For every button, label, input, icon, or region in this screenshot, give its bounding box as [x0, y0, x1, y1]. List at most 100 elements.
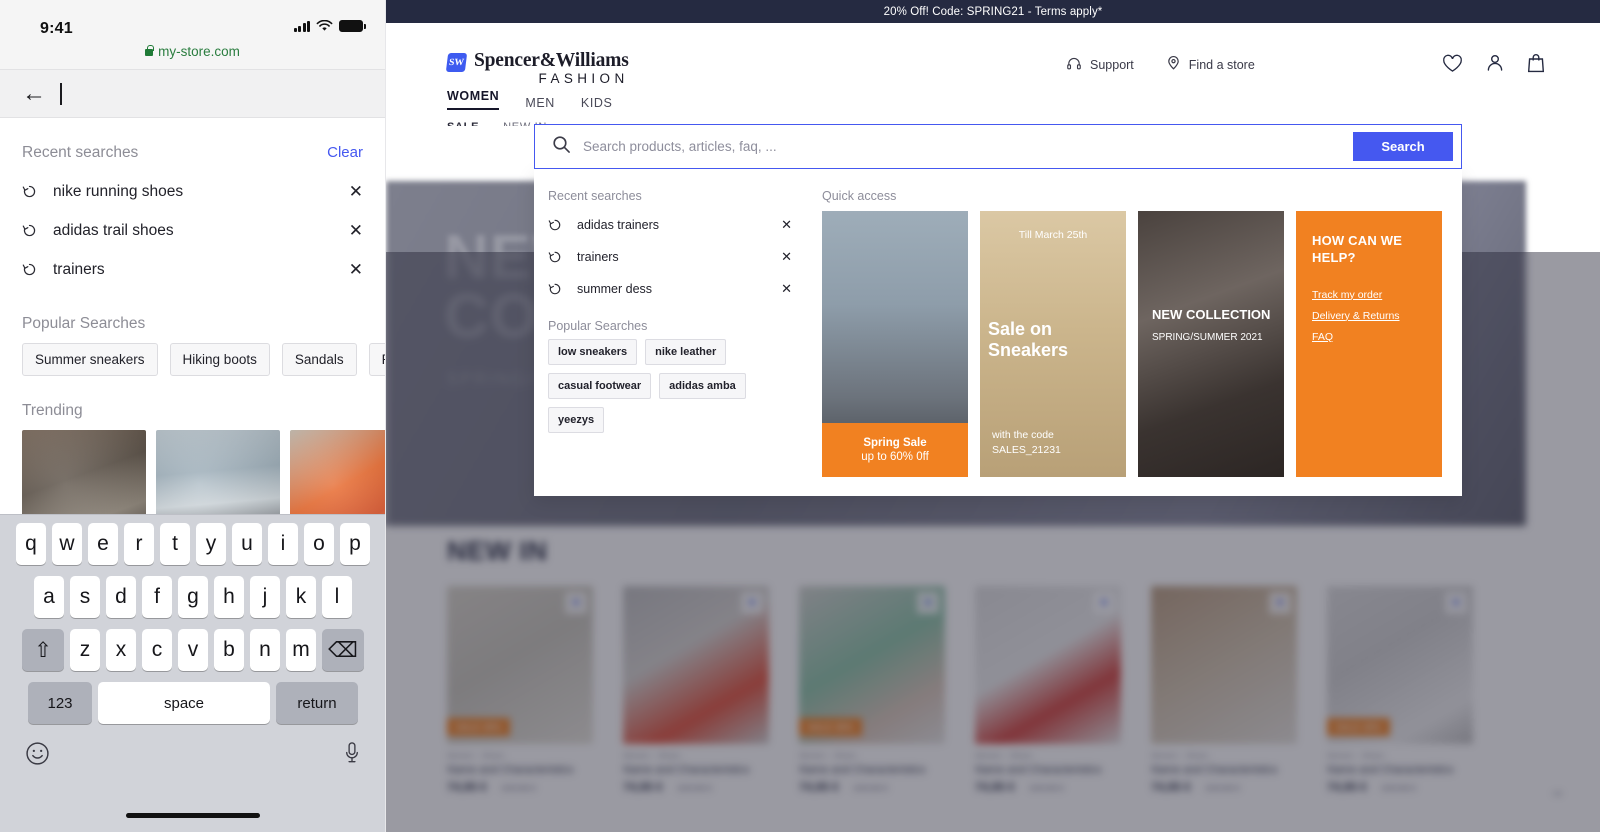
search-field-wrapper[interactable]: Search — [534, 124, 1462, 169]
track-order-link[interactable]: Track my order — [1312, 289, 1426, 301]
popular-chip[interactable]: Hiking boots — [169, 343, 270, 376]
shift-key[interactable]: ⇧ — [22, 629, 64, 671]
key-v[interactable]: v — [178, 629, 208, 671]
key-i[interactable]: i — [268, 523, 298, 565]
key-a[interactable]: a — [34, 576, 64, 618]
key-b[interactable]: b — [214, 629, 244, 671]
numbers-key[interactable]: 123 — [28, 682, 92, 724]
list-item[interactable]: trainers ✕ — [548, 241, 806, 273]
quick-access-card-spring-sale[interactable]: Spring Sale up to 60% 0ff — [822, 211, 968, 477]
search-button[interactable]: Search — [1353, 132, 1453, 161]
mobile-content: Recent searches Clear nike running shoes… — [0, 144, 385, 550]
nav-item-kids[interactable]: KIDS — [581, 96, 613, 110]
key-f[interactable]: f — [142, 576, 172, 618]
list-item[interactable]: adidas trail shoes ✕ — [22, 211, 363, 250]
close-icon[interactable]: ✕ — [781, 217, 792, 233]
key-m[interactable]: m — [286, 629, 316, 671]
quick-access-card-new-collection[interactable]: NEW COLLECTION SPRING/SUMMER 2021 — [1138, 211, 1284, 477]
dropdown-popular-chips: low sneakers nike leather casual footwea… — [548, 339, 806, 433]
bag-icon[interactable] — [1527, 53, 1545, 78]
recent-search-label: adidas trainers — [577, 218, 659, 232]
quick-access-title: Quick access — [822, 189, 897, 203]
emoji-icon[interactable] — [25, 741, 50, 771]
mobile-search-bar[interactable]: ← — [0, 70, 385, 118]
key-w[interactable]: w — [52, 523, 82, 565]
key-t[interactable]: t — [160, 523, 190, 565]
key-g[interactable]: g — [178, 576, 208, 618]
list-item[interactable]: trainers ✕ — [22, 250, 363, 289]
key-h[interactable]: h — [214, 576, 244, 618]
space-key[interactable]: space — [98, 682, 270, 724]
list-item[interactable]: summer dess ✕ — [548, 273, 806, 305]
nav-item-men[interactable]: MEN — [525, 96, 555, 110]
key-p[interactable]: p — [340, 523, 370, 565]
key-n[interactable]: n — [250, 629, 280, 671]
popular-chip[interactable]: nike leather — [645, 339, 727, 365]
site-header: SW Spencer&Williams FASHION Support Find… — [386, 23, 1600, 133]
popular-chip[interactable]: casual footwear — [548, 373, 652, 399]
address-bar[interactable]: my-store.com — [0, 44, 385, 59]
brand-subtitle: FASHION — [538, 71, 629, 87]
faq-link[interactable]: FAQ — [1312, 331, 1426, 343]
recent-search-label: summer dess — [577, 282, 653, 296]
heart-icon[interactable] — [1442, 54, 1463, 78]
close-icon[interactable]: ✕ — [349, 222, 363, 239]
key-z[interactable]: z — [70, 629, 100, 671]
keyboard-row-1: q w e r t y u i o p — [3, 523, 383, 565]
mobile-recent-title: Recent searches — [22, 144, 139, 161]
find-store-link[interactable]: Find a store — [1166, 55, 1255, 75]
close-icon[interactable]: ✕ — [781, 281, 792, 297]
key-r[interactable]: r — [124, 523, 154, 565]
key-l[interactable]: l — [322, 576, 352, 618]
keyboard-row-3: ⇧ z x c v b n m ⌫ — [3, 629, 383, 671]
delivery-returns-link[interactable]: Delivery & Returns — [1312, 310, 1426, 322]
key-u[interactable]: u — [232, 523, 262, 565]
onscreen-keyboard[interactable]: q w e r t y u i o p a s d f g h j k l ⇧ … — [0, 514, 385, 832]
key-e[interactable]: e — [88, 523, 118, 565]
key-x[interactable]: x — [106, 629, 136, 671]
brand-mark-icon: SW — [445, 53, 468, 72]
mobile-popular-chips: Summer sneakers Hiking boots Sandals Run… — [22, 343, 385, 376]
search-suggestions-dropdown: Recent searches adidas trainers ✕ traine… — [534, 169, 1462, 496]
status-indicators — [293, 20, 366, 32]
card-center-title: Sale on Sneakers — [988, 319, 1069, 360]
popular-chip[interactable]: Running — [368, 343, 385, 376]
key-d[interactable]: d — [106, 576, 136, 618]
clear-recent-button[interactable]: Clear — [327, 144, 363, 161]
key-o[interactable]: o — [304, 523, 334, 565]
help-card-links: Track my order Delivery & Returns FAQ — [1312, 289, 1426, 343]
brand-logo[interactable]: SW Spencer&Williams FASHION — [445, 50, 629, 87]
user-icon[interactable] — [1485, 53, 1505, 78]
key-s[interactable]: s — [70, 576, 100, 618]
popular-chip[interactable]: Summer sneakers — [22, 343, 158, 376]
list-item[interactable]: nike running shoes ✕ — [22, 172, 363, 211]
history-icon — [548, 282, 563, 297]
recent-search-label: trainers — [53, 260, 105, 278]
close-icon[interactable]: ✕ — [781, 249, 792, 265]
card-caption: Spring Sale up to 60% 0ff — [822, 423, 968, 477]
key-c[interactable]: c — [142, 629, 172, 671]
popular-chip[interactable]: yeezys — [548, 407, 605, 433]
key-j[interactable]: j — [250, 576, 280, 618]
popular-chip[interactable]: Sandals — [281, 343, 357, 376]
close-icon[interactable]: ✕ — [349, 183, 363, 200]
arrow-left-icon[interactable]: ← — [22, 81, 46, 106]
key-q[interactable]: q — [16, 523, 46, 565]
mobile-status-bar: 9:41 my-store.com — [0, 0, 385, 70]
list-item[interactable]: adidas trainers ✕ — [548, 209, 806, 241]
backspace-key[interactable]: ⌫ — [322, 629, 364, 671]
search-input[interactable] — [583, 139, 1353, 154]
keyboard-row-4: 123 space return — [3, 682, 383, 724]
mic-icon[interactable] — [343, 741, 361, 771]
popular-chip[interactable]: low sneakers — [548, 339, 638, 365]
close-icon[interactable]: ✕ — [349, 261, 363, 278]
return-key[interactable]: return — [276, 682, 358, 724]
key-k[interactable]: k — [286, 576, 316, 618]
nav-item-women[interactable]: WOMEN — [447, 89, 500, 110]
quick-access-card-sale-on-sneakers[interactable]: Till March 25th Sale on Sneakers with th… — [980, 211, 1126, 477]
mobile-trending-title: Trending — [22, 402, 83, 419]
popular-chip[interactable]: adidas amba — [659, 373, 746, 399]
key-y[interactable]: y — [196, 523, 226, 565]
address-bar-text: my-store.com — [158, 44, 240, 59]
support-link[interactable]: Support — [1066, 56, 1134, 75]
